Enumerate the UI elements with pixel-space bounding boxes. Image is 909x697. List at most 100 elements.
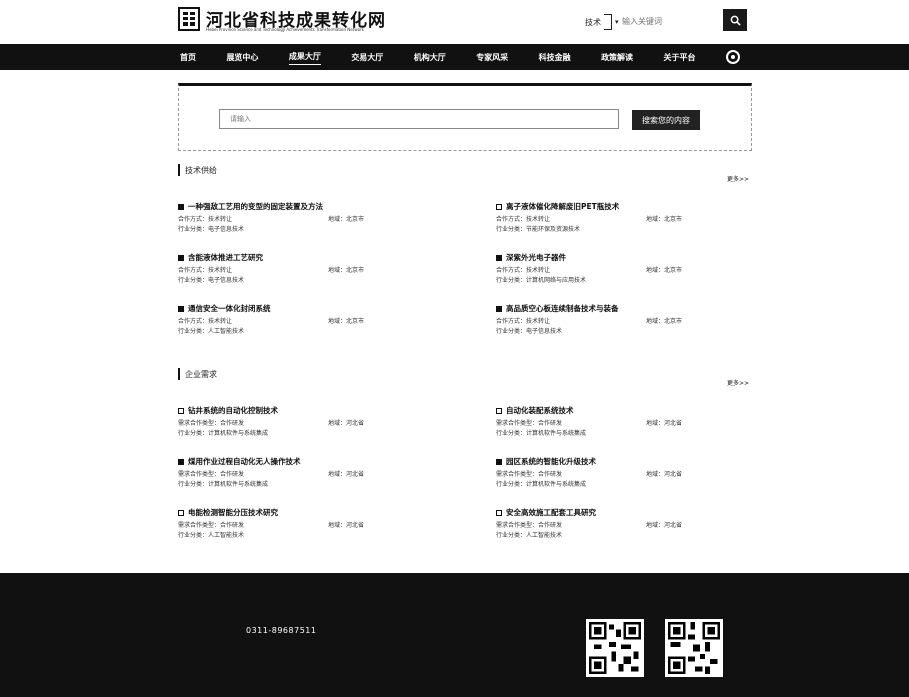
item-title-text: 钻井系统的自动化控制技术 bbox=[188, 406, 278, 415]
item-title-text: 一种强敌工艺用的变型的固定装置及方法 bbox=[188, 202, 323, 211]
list-item[interactable]: 园区系统的智能化升级技术需求合作类型：合作研发行业分类：计算机软件与系统集成 地域… bbox=[496, 456, 816, 500]
item-cooperation: 合作方式：技术转让 bbox=[496, 318, 551, 325]
item-title[interactable]: 离子液体催化降解废旧PET瓶技术 bbox=[496, 201, 619, 212]
item-category: 行业分类：计算机软件与系统集成 bbox=[496, 430, 587, 437]
list-item[interactable]: 深紫外光电子器件合作方式：技术转让行业分类：计算机网络与应用技术 地域：北京市 bbox=[496, 252, 816, 296]
item-category: 行业分类：计算机网络与应用技术 bbox=[496, 277, 587, 284]
item-title-text: 深紫外光电子器件 bbox=[506, 253, 566, 262]
item-title-text: 离子液体催化降解废旧PET瓶技术 bbox=[506, 202, 620, 211]
bullet-icon bbox=[178, 203, 184, 210]
item-region: 地域：北京市 bbox=[328, 267, 365, 274]
item-title[interactable]: 含能液体推进工艺研究 bbox=[178, 252, 263, 263]
bullet-icon bbox=[496, 458, 502, 465]
section-bar bbox=[178, 164, 180, 176]
list-item[interactable]: 煤用作业过程自动化无人操作技术 需求合作类型：合作研发 行业分类：计算机软件与系统集… bbox=[178, 456, 498, 500]
nav-list: 首页 展览中心 成果大厅 交易大厅 机构大厅 专家风采 科技金融 政策解读 关于… bbox=[180, 44, 740, 70]
item-region: 地域：北京市 bbox=[646, 267, 683, 274]
item-cooperation: 需求合作类型：合作研发 bbox=[496, 420, 563, 427]
more-link-demand[interactable]: 更多>> bbox=[727, 378, 749, 387]
nav-item-institutions[interactable]: 机构大厅 bbox=[414, 50, 446, 65]
nav-item-experts[interactable]: 专家风采 bbox=[476, 50, 508, 65]
list-item[interactable]: 自动化装配系统技术需求合作类型：合作研发行业分类：计算机软件与系统集成 地域：河北… bbox=[496, 405, 816, 449]
item-title-text: 自动化装配系统技术 bbox=[506, 406, 574, 415]
list-item[interactable]: 一种强敌工艺用的变型的固定装置及方法 合作方式：技术转让 行业分类：电子信息技术 地域… bbox=[178, 201, 498, 245]
select-box-icon bbox=[604, 14, 612, 30]
list-item[interactable]: 离子液体催化降解废旧PET瓶技术 合作方式：技术转让 行业分类：节能环保及资源技术 地… bbox=[496, 201, 816, 245]
nav-item-policy[interactable]: 政策解读 bbox=[601, 50, 633, 65]
hero-search-panel: 搜索您的内容 bbox=[178, 83, 752, 151]
list-item[interactable]: 高品质空心板连续制备技术与装备合作方式：技术转让行业分类：电子信息技术 地域：北京… bbox=[496, 303, 816, 347]
item-cooperation: 需求合作类型：合作研发 bbox=[496, 471, 563, 478]
item-category: 行业分类：人工智能技术 bbox=[178, 328, 245, 335]
list-item[interactable]: 电能检测智能分压技术研究 需求合作类型：合作研发 行业分类：人工智能技术 地域：河北省 bbox=[178, 507, 498, 551]
item-title-text: 园区系统的智能化升级技术 bbox=[506, 457, 596, 466]
item-cooperation: 合作方式：技术转让 bbox=[178, 216, 233, 223]
main-nav: 首页 展览中心 成果大厅 交易大厅 机构大厅 专家风采 科技金融 政策解读 关于… bbox=[0, 44, 909, 70]
contact-phone: 0311-89687511 bbox=[246, 626, 317, 635]
bullet-icon bbox=[496, 407, 502, 414]
header-search-button[interactable] bbox=[723, 9, 747, 31]
item-title[interactable]: 深紫外光电子器件 bbox=[496, 252, 566, 263]
bullet-icon bbox=[178, 305, 184, 312]
item-title[interactable]: 园区系统的智能化升级技术 bbox=[496, 456, 596, 467]
item-category: 行业分类：计算机软件与系统集成 bbox=[496, 481, 587, 488]
bullet-icon bbox=[178, 509, 184, 516]
item-cooperation: 合作方式：技术转让 bbox=[178, 318, 233, 325]
nav-item-home[interactable]: 首页 bbox=[180, 50, 196, 65]
nav-item-achievements[interactable]: 成果大厅 bbox=[288, 49, 321, 65]
settings-icon[interactable] bbox=[725, 50, 740, 64]
item-region: 地域：北京市 bbox=[328, 318, 365, 325]
list-item[interactable]: 含能液体推进工艺研究 合作方式：技术转让 行业分类：电子信息技术 地域：北京市 bbox=[178, 252, 498, 296]
hero-search-input[interactable] bbox=[219, 109, 619, 129]
item-title-text: 电能检测智能分压技术研究 bbox=[188, 508, 278, 517]
item-cooperation: 需求合作类型：合作研发 bbox=[178, 420, 245, 427]
item-region: 地域：北京市 bbox=[646, 318, 683, 325]
item-region: 地域：河北省 bbox=[646, 420, 683, 427]
search-type-select[interactable]: 技术 ▾ bbox=[585, 14, 619, 30]
item-title-text: 通信安全一体化封闭系统 bbox=[188, 304, 271, 313]
header-search-input[interactable] bbox=[622, 14, 712, 28]
list-item[interactable]: 钻井系统的自动化控制技术需求合作类型：合作研发行业分类：计算机软件与系统集成 地域… bbox=[178, 405, 498, 449]
hero-search-button[interactable]: 搜索您的内容 bbox=[632, 110, 700, 130]
item-title[interactable]: 通信安全一体化封闭系统 bbox=[178, 303, 271, 314]
section-title: 技术供给 bbox=[185, 165, 217, 175]
nav-item-trading[interactable]: 交易大厅 bbox=[351, 50, 383, 65]
item-title[interactable]: 钻井系统的自动化控制技术 bbox=[178, 405, 278, 416]
item-title[interactable]: 自动化装配系统技术 bbox=[496, 405, 574, 416]
item-cooperation: 需求合作类型：合作研发 bbox=[178, 471, 245, 478]
item-region: 地域：河北省 bbox=[328, 471, 365, 478]
nav-item-exhibition[interactable]: 展览中心 bbox=[226, 50, 258, 65]
item-region: 地域：北京市 bbox=[646, 216, 683, 223]
item-title[interactable]: 一种强敌工艺用的变型的固定装置及方法 bbox=[178, 201, 323, 212]
list-item[interactable]: 安全高效施工配套工具研究 需求合作类型：合作研发 行业分类：人工智能技术 地域：河北省 bbox=[496, 507, 816, 551]
item-title[interactable]: 煤用作业过程自动化无人操作技术 bbox=[178, 456, 301, 467]
bullet-icon bbox=[496, 203, 502, 210]
item-category: 行业分类：计算机软件与系统集成 bbox=[178, 430, 269, 437]
bullet-icon bbox=[178, 254, 184, 261]
item-title[interactable]: 高品质空心板连续制备技术与装备 bbox=[496, 303, 619, 314]
item-region: 地域：河北省 bbox=[646, 522, 683, 529]
item-title-text: 安全高效施工配套工具研究 bbox=[506, 508, 596, 517]
site-logo-icon[interactable] bbox=[178, 6, 200, 32]
item-region: 地域：北京市 bbox=[328, 216, 365, 223]
nav-item-finance[interactable]: 科技金融 bbox=[539, 50, 571, 65]
bullet-icon bbox=[496, 254, 502, 261]
item-region: 地域：河北省 bbox=[328, 420, 365, 427]
list-item[interactable]: 通信安全一体化封闭系统合作方式：技术转让行业分类：人工智能技术 地域：北京市 bbox=[178, 303, 498, 347]
more-link-supply[interactable]: 更多>> bbox=[727, 174, 749, 183]
item-category: 行业分类：节能环保及资源技术 bbox=[496, 226, 581, 233]
bullet-icon bbox=[178, 458, 184, 465]
item-cooperation: 合作方式：技术转让 bbox=[496, 267, 551, 274]
chevron-down-icon: ▾ bbox=[615, 18, 619, 26]
item-title[interactable]: 安全高效施工配套工具研究 bbox=[496, 507, 596, 518]
item-region: 地域：河北省 bbox=[646, 471, 683, 478]
section-title: 企业需求 bbox=[185, 369, 217, 379]
section-bar bbox=[178, 368, 180, 380]
item-cooperation: 需求合作类型：合作研发 bbox=[496, 522, 563, 529]
section-header-demand: 企业需求 bbox=[178, 368, 217, 380]
site-footer: 0311-89687511 bbox=[0, 573, 909, 697]
item-category: 行业分类：电子信息技术 bbox=[496, 328, 563, 335]
nav-item-about[interactable]: 关于平台 bbox=[664, 50, 696, 65]
bullet-icon bbox=[178, 407, 184, 414]
item-title[interactable]: 电能检测智能分压技术研究 bbox=[178, 507, 278, 518]
